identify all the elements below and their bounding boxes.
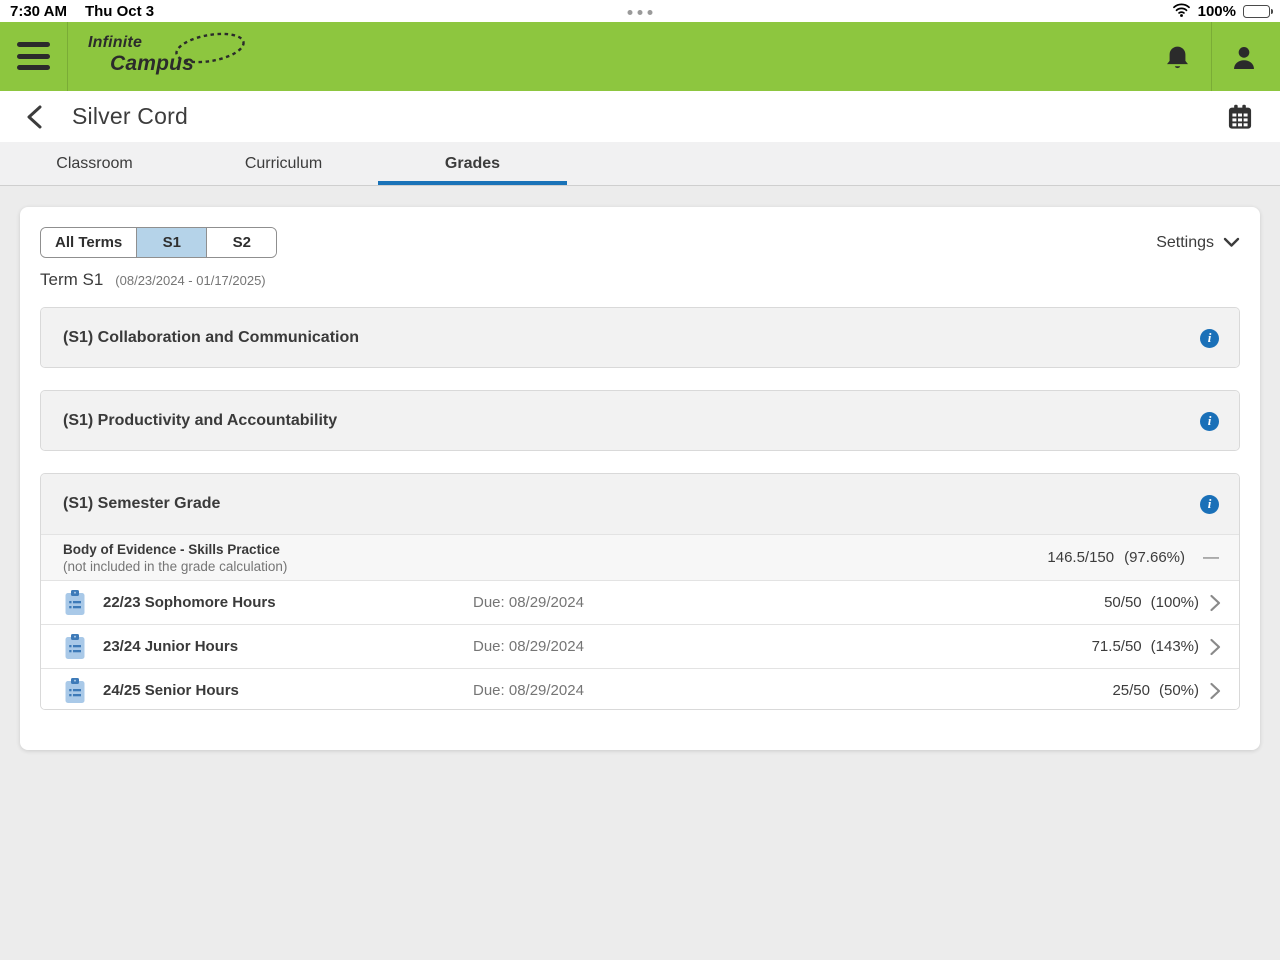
category-points: 146.5/150 bbox=[1047, 549, 1115, 566]
assignment-score: 71.5/50 (143%) bbox=[1092, 638, 1199, 655]
assignment-due-date: Due: 08/29/2024 bbox=[473, 682, 584, 699]
assignment-clipboard-icon bbox=[63, 677, 89, 705]
assignment-due-date: Due: 08/29/2024 bbox=[473, 638, 584, 655]
status-bar: 7:30 AM Thu Oct 3 100% bbox=[0, 0, 1280, 22]
chevron-down-icon bbox=[1223, 237, 1240, 247]
grade-section-collaboration: (S1) Collaboration and Communication i bbox=[40, 307, 1240, 368]
term-date-range: (08/23/2024 - 01/17/2025) bbox=[115, 273, 266, 288]
dash-icon: — bbox=[1203, 548, 1219, 566]
chevron-right-icon bbox=[1209, 682, 1225, 699]
title-bar: Silver Cord bbox=[0, 91, 1280, 142]
category-name: Body of Evidence - Skills Practice bbox=[63, 541, 280, 557]
battery-icon bbox=[1243, 4, 1273, 18]
tab-bar: Classroom Curriculum Grades bbox=[0, 142, 1280, 186]
grades-card: All Terms S1 S2 Settings Term S1 (08/23/… bbox=[20, 207, 1260, 750]
wifi-icon bbox=[1172, 2, 1191, 21]
settings-label: Settings bbox=[1156, 233, 1214, 251]
assignment-score: 50/50 (100%) bbox=[1104, 594, 1199, 611]
battery-percent: 100% bbox=[1197, 2, 1236, 20]
assignment-percent: (100%) bbox=[1150, 594, 1199, 611]
assignment-percent: (143%) bbox=[1150, 638, 1199, 655]
section-header: (S1) Collaboration and Communication i bbox=[41, 308, 1239, 367]
screen: 7:30 AM Thu Oct 3 100% Infinite Campus S… bbox=[0, 0, 1280, 960]
assignment-score: 25/50 (50%) bbox=[1112, 682, 1199, 699]
category-percent: (97.66%) bbox=[1124, 549, 1185, 566]
assignment-name[interactable]: 24/25 Senior Hours bbox=[103, 682, 473, 699]
section-header: (S1) Semester Grade i bbox=[41, 474, 1239, 534]
info-icon[interactable]: i bbox=[1200, 494, 1219, 514]
assignment-clipboard-icon bbox=[63, 633, 89, 661]
app-header: Infinite Campus bbox=[0, 22, 1280, 91]
multitask-dots-icon bbox=[627, 10, 653, 15]
notifications-bell-icon[interactable] bbox=[1159, 40, 1195, 76]
section-header: (S1) Productivity and Accountability i bbox=[41, 391, 1239, 450]
menu-icon[interactable] bbox=[17, 42, 50, 70]
term-summary: Term S1 (08/23/2024 - 01/17/2025) bbox=[40, 270, 266, 290]
settings-dropdown[interactable]: Settings bbox=[1156, 234, 1240, 252]
category-note: (not included in the grade calculation) bbox=[63, 558, 288, 574]
assignment-points: 25/50 bbox=[1112, 682, 1150, 699]
assignment-row-junior[interactable]: 23/24 Junior Hours Due: 08/29/2024 71.5/… bbox=[41, 624, 1239, 668]
tab-grades[interactable]: Grades bbox=[378, 142, 567, 185]
infinite-campus-logo: Infinite Campus bbox=[88, 32, 245, 74]
assignment-due-date: Due: 08/29/2024 bbox=[473, 594, 584, 611]
segment-s2[interactable]: S2 bbox=[206, 228, 277, 257]
segment-s1[interactable]: S1 bbox=[136, 228, 207, 257]
term-segmented-control: All Terms S1 S2 bbox=[40, 227, 278, 258]
back-chevron-icon[interactable] bbox=[22, 104, 50, 130]
assignment-clipboard-icon bbox=[63, 589, 89, 617]
term-label: Term S1 bbox=[40, 270, 104, 289]
tab-curriculum[interactable]: Curriculum bbox=[189, 142, 378, 185]
assignment-row-sophomore[interactable]: 22/23 Sophomore Hours Due: 08/29/2024 50… bbox=[41, 580, 1239, 624]
section-title: (S1) Productivity and Accountability bbox=[63, 412, 338, 429]
category-score: 146.5/150 (97.66%) — bbox=[1047, 549, 1219, 567]
category-row: Body of Evidence - Skills Practice (not … bbox=[41, 534, 1239, 580]
calendar-icon[interactable] bbox=[1226, 103, 1256, 131]
page-title: Silver Cord bbox=[72, 103, 188, 129]
chevron-right-icon bbox=[1209, 638, 1225, 655]
section-title: (S1) Semester Grade bbox=[63, 495, 221, 512]
status-time: 7:30 AM bbox=[10, 2, 67, 20]
assignment-row-senior[interactable]: 24/25 Senior Hours Due: 08/29/2024 25/50… bbox=[41, 668, 1239, 709]
assignment-percent: (50%) bbox=[1158, 682, 1199, 699]
assignment-points: 71.5/50 bbox=[1091, 638, 1142, 655]
section-title: (S1) Collaboration and Communication bbox=[63, 329, 360, 346]
logo-swirl-icon bbox=[175, 32, 245, 64]
tab-classroom[interactable]: Classroom bbox=[0, 142, 189, 185]
assignment-name[interactable]: 23/24 Junior Hours bbox=[103, 638, 473, 655]
segment-all-terms[interactable]: All Terms bbox=[41, 228, 137, 257]
info-icon[interactable]: i bbox=[1200, 328, 1219, 348]
header-divider bbox=[67, 22, 68, 91]
header-divider bbox=[1211, 22, 1212, 91]
grade-section-productivity: (S1) Productivity and Accountability i bbox=[40, 390, 1240, 451]
chevron-right-icon bbox=[1209, 594, 1225, 611]
grade-section-semester: (S1) Semester Grade i Body of Evidence -… bbox=[40, 473, 1240, 710]
assignment-points: 50/50 bbox=[1104, 594, 1142, 611]
status-date: Thu Oct 3 bbox=[84, 2, 155, 20]
user-account-icon[interactable] bbox=[1226, 40, 1262, 76]
info-icon[interactable]: i bbox=[1200, 411, 1219, 431]
assignment-name[interactable]: 22/23 Sophomore Hours bbox=[103, 594, 473, 611]
